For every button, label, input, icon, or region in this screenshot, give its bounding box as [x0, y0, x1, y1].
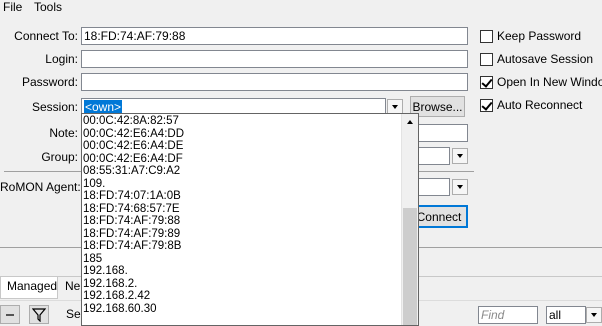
- find-input[interactable]: Find: [478, 306, 538, 324]
- set-button-label[interactable]: Se: [66, 307, 81, 321]
- auto-reconnect-checkbox[interactable]: Auto Reconnect: [480, 97, 582, 113]
- session-list-item[interactable]: 109.: [82, 178, 400, 191]
- keep-password-label: Keep Password: [497, 29, 582, 43]
- filter-icon: [32, 307, 46, 322]
- login-label: Login:: [45, 52, 78, 66]
- session-list-item[interactable]: 00:0C:42:E6:A4:DF: [82, 153, 400, 166]
- auto-reconnect-label: Auto Reconnect: [497, 98, 583, 112]
- group-dropdown-button[interactable]: [452, 148, 468, 164]
- minus-icon: [6, 313, 14, 316]
- password-label: Password:: [21, 75, 78, 89]
- session-list-item[interactable]: 18:FD:74:07:1A:0B: [82, 190, 400, 203]
- filter-dropdown-button[interactable]: [586, 307, 602, 323]
- chevron-up-icon: [407, 120, 413, 124]
- session-list-item[interactable]: 18:FD:74:68:57:7E: [82, 203, 400, 216]
- dropdown-scrollbar[interactable]: [401, 114, 418, 325]
- menu-tools[interactable]: Tools: [34, 0, 62, 14]
- romon-dropdown-button[interactable]: [452, 179, 468, 195]
- filter-button[interactable]: [29, 305, 49, 324]
- filter-select[interactable]: all: [546, 306, 586, 324]
- chevron-down-icon: [392, 105, 398, 109]
- session-list-item[interactable]: 00:0C:42:8A:82:57: [82, 115, 400, 128]
- tab-managed[interactable]: Managed: [0, 277, 58, 299]
- session-list-item[interactable]: 192.168.60.30: [82, 303, 400, 316]
- session-list-item[interactable]: 18:FD:74:AF:79:89: [82, 228, 400, 241]
- session-selected-value: <own>: [84, 100, 123, 114]
- keep-password-box[interactable]: [480, 29, 493, 43]
- session-list-item[interactable]: 192.168.: [82, 265, 400, 278]
- chevron-down-icon: [591, 313, 597, 317]
- session-list-item[interactable]: 00:0C:42:E6:A4:DE: [82, 140, 400, 153]
- note-label: Note:: [49, 126, 78, 140]
- session-label: Session:: [31, 100, 78, 114]
- scroll-up-button[interactable]: [405, 117, 415, 127]
- session-list-item[interactable]: 08:55:31:A7:C9:A2: [82, 165, 400, 178]
- open-in-new-window-box[interactable]: [480, 75, 493, 89]
- menu-file[interactable]: File: [3, 0, 22, 14]
- connect-to-label: Connect To:: [14, 29, 78, 43]
- open-in-new-window-label: Open In New Window: [497, 75, 602, 89]
- autosave-session-label: Autosave Session: [497, 52, 594, 66]
- autosave-session-box[interactable]: [480, 52, 493, 66]
- keep-password-checkbox[interactable]: Keep Password: [480, 28, 581, 44]
- session-list-item[interactable]: 192.168.2.: [82, 278, 400, 291]
- session-list-items: 00:0C:42:8A:82:57 00:0C:42:E6:A4:DD 00:0C:…: [82, 115, 400, 315]
- login-input[interactable]: [81, 50, 468, 68]
- session-list-item[interactable]: 185: [82, 253, 400, 266]
- session-list-item[interactable]: 00:0C:42:E6:A4:DD: [82, 128, 400, 141]
- chevron-down-icon: [457, 185, 463, 189]
- session-dropdown-list[interactable]: 00:0C:42:8A:82:57 00:0C:42:E6:A4:DD 00:0C:…: [81, 113, 419, 326]
- password-input[interactable]: [81, 73, 468, 91]
- session-list-item[interactable]: 18:FD:74:AF:79:8B: [82, 240, 400, 253]
- chevron-down-icon: [457, 154, 463, 158]
- group-label: Group:: [41, 150, 78, 164]
- session-list-item[interactable]: 18:FD:74:AF:79:88: [82, 215, 400, 228]
- auto-reconnect-box[interactable]: [480, 98, 493, 112]
- connect-to-input[interactable]: 18:FD:74:AF:79:88: [81, 27, 468, 45]
- open-in-new-window-checkbox[interactable]: Open In New Window: [480, 74, 602, 90]
- remove-button[interactable]: [0, 305, 20, 324]
- autosave-session-checkbox[interactable]: Autosave Session: [480, 51, 593, 67]
- romon-agent-label: RoMON Agent:: [0, 180, 81, 194]
- menu-bar: File Tools: [0, 0, 602, 18]
- scroll-thumb[interactable]: [403, 208, 417, 325]
- session-list-item[interactable]: 192.168.2.42: [82, 290, 400, 303]
